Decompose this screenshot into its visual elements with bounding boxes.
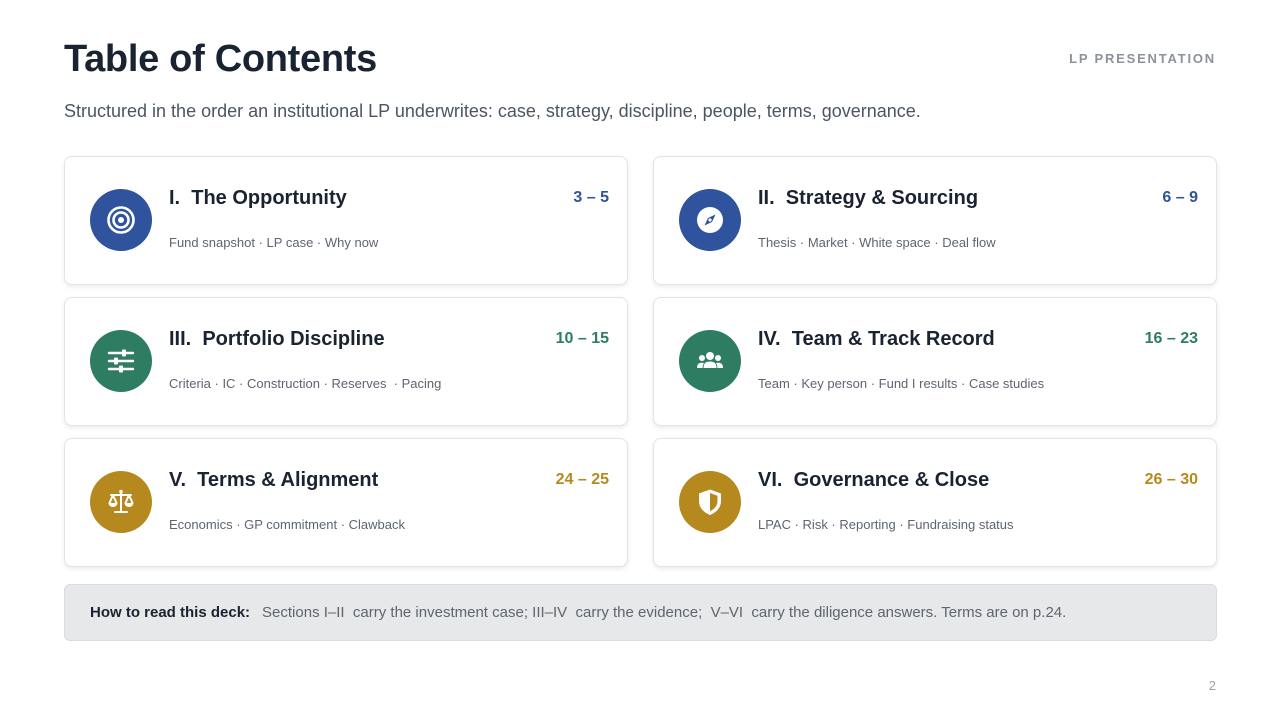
toc-card-governance[interactable]: VI. Governance & Close 26 – 30 LPAC · Ri… [653, 438, 1217, 567]
page-number: 2 [1208, 678, 1216, 693]
section-pages: 24 – 25 [555, 471, 609, 488]
section-title: IV. Team & Track Record [758, 328, 995, 350]
section-pages: 26 – 30 [1144, 471, 1198, 488]
section-title: III. Portfolio Discipline [169, 328, 385, 350]
section-pages: 3 – 5 [573, 189, 609, 206]
presentation-tag: LP PRESENTATION [1069, 51, 1216, 66]
sliders-icon [90, 330, 152, 392]
section-items: Thesis · Market · White space · Deal flo… [758, 235, 996, 250]
users-icon [679, 330, 741, 392]
toc-card-opportunity[interactable]: I. The Opportunity 3 – 5 Fund snapshot ·… [64, 156, 628, 285]
section-pages: 16 – 23 [1144, 330, 1198, 347]
compass-icon [679, 189, 741, 251]
section-items: LPAC · Risk · Reporting · Fundraising st… [758, 517, 1014, 532]
section-title: V. Terms & Alignment [169, 469, 379, 491]
section-pages: 6 – 9 [1162, 189, 1198, 206]
section-title: II. Strategy & Sourcing [758, 187, 979, 209]
section-items: Economics · GP commitment · Clawback [169, 517, 405, 532]
note-text: Sections I–II carry the investment case;… [262, 604, 1067, 621]
section-title: I. The Opportunity [169, 187, 347, 209]
scale-icon [90, 471, 152, 533]
page-subtitle: Structured in the order an institutional… [64, 101, 921, 121]
toc-card-team[interactable]: IV. Team & Track Record 16 – 23 Team · K… [653, 297, 1217, 426]
section-items: Team · Key person · Fund I results · Cas… [758, 376, 1045, 391]
target-icon [90, 189, 152, 251]
section-title: VI. Governance & Close [758, 469, 990, 491]
reading-guide-note: How to read this deck: Sections I–II carr… [64, 584, 1217, 641]
toc-card-strategy[interactable]: II. Strategy & Sourcing 6 – 9 Thesis · M… [653, 156, 1217, 285]
shield-icon [679, 471, 741, 533]
section-items: Criteria · IC · Construction · Reserves … [169, 376, 442, 391]
section-pages: 10 – 15 [555, 330, 609, 347]
note-label: How to read this deck: [90, 604, 251, 621]
toc-card-terms[interactable]: V. Terms & Alignment 24 – 25 Economics ·… [64, 438, 628, 567]
section-items: Fund snapshot · LP case · Why now [169, 235, 379, 250]
toc-card-portfolio[interactable]: III. Portfolio Discipline 10 – 15 Criter… [64, 297, 628, 426]
page-title: Table of Contents [64, 38, 377, 80]
